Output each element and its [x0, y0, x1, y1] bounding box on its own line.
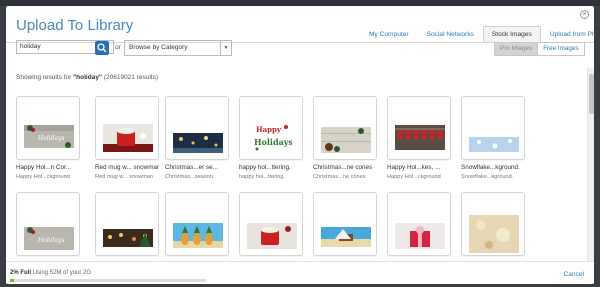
- holiday-image: [173, 223, 223, 248]
- svg-text:Happy: Happy: [256, 125, 282, 134]
- holiday-image: Holidays: [24, 125, 74, 148]
- cancel-button[interactable]: Cancel: [563, 271, 584, 278]
- or-label: or: [115, 44, 121, 51]
- image-thumbnail[interactable]: [313, 192, 377, 256]
- scrollbar-thumb[interactable]: [589, 74, 594, 114]
- results-query: "holiday": [73, 74, 103, 81]
- image-card[interactable]: Holidays Happy Hol...n Cor... Happy Hol.…: [16, 96, 80, 180]
- image-title: Red mug w... snowman: [95, 164, 159, 171]
- image-thumbnail[interactable]: [165, 192, 229, 256]
- image-thumbnail[interactable]: [387, 96, 451, 160]
- svg-text:Holidays: Holidays: [37, 135, 65, 142]
- image-thumbnail[interactable]: [95, 192, 159, 256]
- results-summary: Showing results for "holiday" (20619021 …: [16, 74, 158, 81]
- tab-stock-images[interactable]: Stock Images: [482, 26, 541, 43]
- close-icon[interactable]: ×: [580, 10, 589, 19]
- storage-usage-detail: Using 52M of your 2G: [32, 270, 92, 276]
- image-card[interactable]: [313, 192, 377, 256]
- storage-progress-bar: [10, 279, 206, 282]
- holiday-image: Holidays: [24, 227, 74, 250]
- image-card[interactable]: Snowflake...kground. Snowflake...kground…: [461, 96, 525, 180]
- search-icon: [97, 43, 107, 53]
- holiday-image: [469, 137, 519, 152]
- dialog-footer: 2% Full Using 52M of your 2G Cancel: [6, 261, 594, 284]
- holiday-image: [247, 223, 297, 249]
- image-card[interactable]: Holidays: [16, 192, 80, 256]
- svg-text:Holidays: Holidays: [254, 137, 292, 147]
- holiday-image: [103, 229, 153, 247]
- storage-progress-fill: [10, 279, 14, 282]
- image-title: Snowflake...kground.: [461, 164, 520, 171]
- image-card[interactable]: [165, 192, 229, 256]
- svg-text:Holidays: Holidays: [37, 237, 65, 244]
- image-thumbnail[interactable]: [239, 192, 303, 256]
- image-card[interactable]: Happy Hol...kes, ... Happy Hol...ckgroun…: [387, 96, 451, 180]
- image-title: Happy Hol...kes, ...: [387, 164, 441, 171]
- image-thumbnail[interactable]: [313, 96, 377, 160]
- holiday-image: [469, 215, 519, 253]
- holiday-image: Happy Holidays: [252, 121, 292, 153]
- image-thumbnail[interactable]: Holidays: [16, 96, 80, 160]
- source-tabs: My Computer Social Networks Stock Images…: [360, 26, 594, 43]
- image-title: happy hol...ttering.: [239, 164, 291, 171]
- image-subtitle: happy hol...ttering.: [239, 174, 286, 180]
- image-card[interactable]: Happy Holidays happy hol...ttering. happ…: [239, 96, 303, 180]
- free-images-button[interactable]: Free Images: [538, 42, 585, 56]
- image-title: Christmas...er se...: [165, 164, 218, 171]
- upload-to-library-dialog: Upload To Library × My Computer Social N…: [6, 6, 594, 284]
- holiday-image: [395, 223, 445, 249]
- holiday-image: [395, 125, 445, 150]
- storage-usage-text: 2% Full Using 52M of your 2G: [10, 270, 91, 276]
- image-type-toggle: Pro Images Free Images: [494, 42, 585, 56]
- image-card[interactable]: [95, 192, 159, 256]
- holiday-image: [321, 227, 371, 247]
- image-thumbnail[interactable]: [461, 96, 525, 160]
- image-title: Christmas...ne cones: [313, 164, 373, 171]
- tab-my-computer[interactable]: My Computer: [360, 26, 418, 43]
- image-card[interactable]: Christmas...er se... Christmas...season.: [165, 96, 229, 180]
- image-card[interactable]: [239, 192, 303, 256]
- image-title: Happy Hol...n Cor...: [16, 164, 71, 171]
- search-button[interactable]: [95, 41, 109, 55]
- image-subtitle: Christmas...season.: [165, 174, 215, 180]
- storage-usage-percent: 2% Full: [10, 270, 32, 276]
- vertical-scrollbar[interactable]: [587, 68, 594, 266]
- image-thumbnail[interactable]: [165, 96, 229, 160]
- image-subtitle: Happy Hol...ckground: [387, 174, 441, 180]
- tab-upload-from-phone[interactable]: Upload from Phone: [541, 26, 594, 43]
- pro-images-button[interactable]: Pro Images: [494, 42, 539, 56]
- image-card[interactable]: Red mug w... snowman Red mug w... snowma…: [95, 96, 159, 180]
- image-subtitle: Red mug w... snowman: [95, 174, 154, 180]
- image-thumbnail[interactable]: Holidays: [16, 192, 80, 256]
- image-card[interactable]: [461, 192, 525, 256]
- category-select-value: Browse by Category: [129, 44, 188, 51]
- image-thumbnail[interactable]: [461, 192, 525, 256]
- image-thumbnail[interactable]: [95, 96, 159, 160]
- image-thumbnail[interactable]: [387, 192, 451, 256]
- category-select[interactable]: Browse by Category ▼: [124, 40, 232, 56]
- results-count: (20619021 results): [103, 74, 159, 81]
- image-subtitle: Snowflake...kground.: [461, 174, 514, 180]
- holiday-image: [321, 127, 371, 153]
- tab-social-networks[interactable]: Social Networks: [418, 26, 483, 43]
- dialog-title: Upload To Library: [16, 17, 134, 34]
- chevron-down-icon: ▼: [220, 41, 231, 55]
- image-thumbnail[interactable]: Happy Holidays: [239, 96, 303, 160]
- image-subtitle: Happy Hol...ckground: [16, 174, 70, 180]
- image-subtitle: Christmas...ne cones: [313, 174, 366, 180]
- image-card[interactable]: [387, 192, 451, 256]
- results-prefix: Showing results for: [16, 74, 72, 81]
- holiday-image: [173, 133, 223, 153]
- holiday-image: [103, 124, 153, 152]
- image-card[interactable]: Christmas...ne cones Christmas...ne cone…: [313, 96, 377, 180]
